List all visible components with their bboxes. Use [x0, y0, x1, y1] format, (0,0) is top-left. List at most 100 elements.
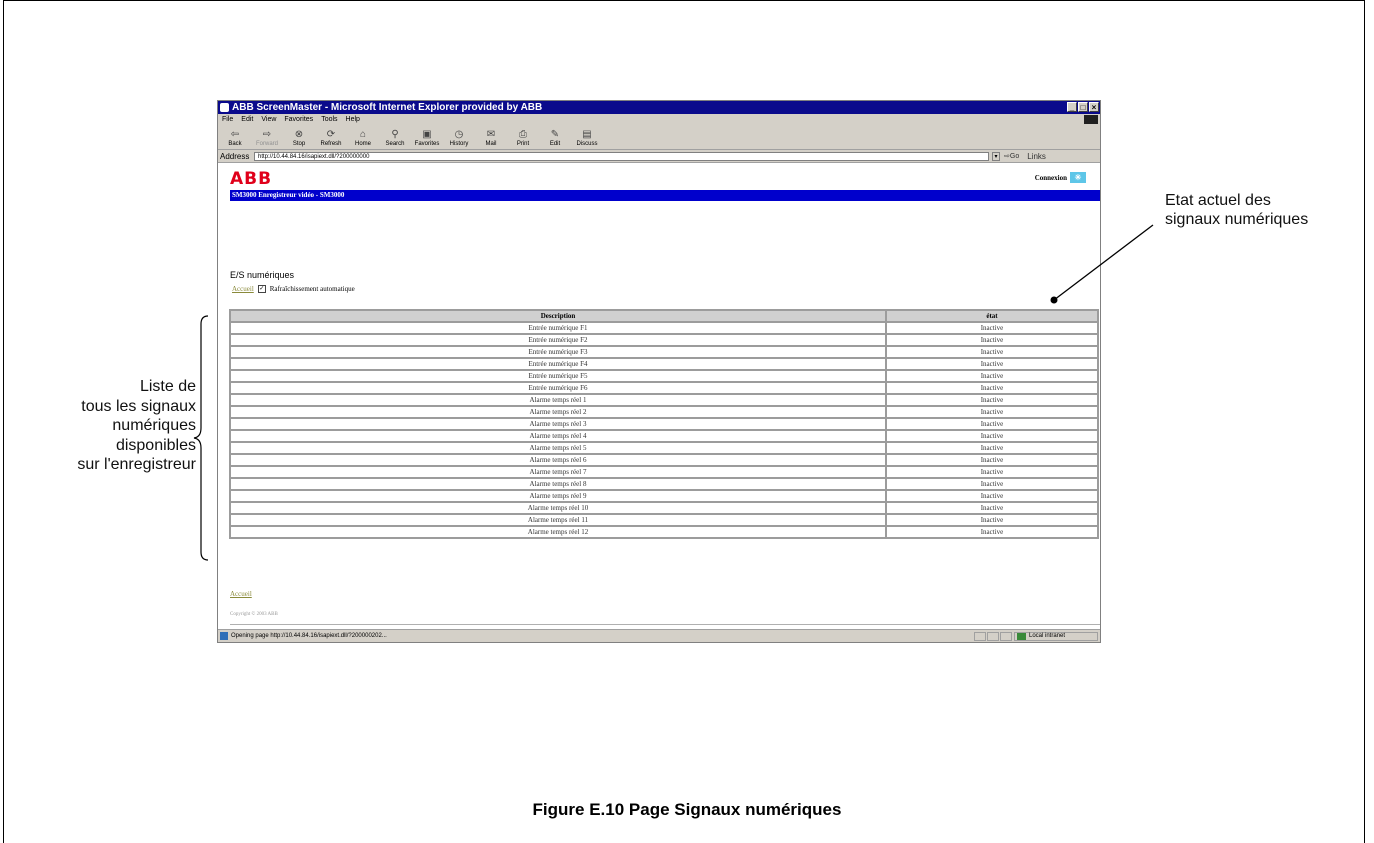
discuss-button[interactable]: ▤ Discuss: [574, 129, 600, 149]
cell-description: Alarme temps réel 5: [231, 443, 885, 453]
mail-button[interactable]: ✉ Mail: [478, 129, 504, 149]
status-bar: Opening page http://10.44.84.16/isapiext…: [218, 629, 1100, 642]
mail-icon: ✉: [486, 129, 496, 140]
copyright: Copyright © 2003 ABB: [230, 612, 278, 617]
cell-etat: Inactive: [887, 335, 1097, 345]
stop-icon: ⊗: [294, 129, 304, 140]
table-row: Entrée numérique F5 Inactive: [231, 371, 1097, 381]
address-input[interactable]: http://10.44.84.16/isapiext.dll/?2000000…: [254, 151, 989, 161]
cell-etat: Inactive: [887, 347, 1097, 357]
search-icon: ⚲: [391, 129, 399, 140]
cell-description: Entrée numérique F4: [231, 359, 885, 369]
cell-etat: Inactive: [887, 515, 1097, 525]
browser-window: ABB ScreenMaster - Microsoft Internet Ex…: [217, 100, 1101, 643]
cell-description: Alarme temps réel 10: [231, 503, 885, 513]
table-row: Entrée numérique F2 Inactive: [231, 335, 1097, 345]
footer-home-link[interactable]: Accueil: [230, 590, 252, 598]
cell-etat: Inactive: [887, 527, 1097, 537]
table-row: Alarme temps réel 4 Inactive: [231, 431, 1097, 441]
home-button[interactable]: ⌂ Home: [350, 129, 376, 149]
menu-help[interactable]: Help: [346, 114, 360, 125]
cell-description: Alarme temps réel 1: [231, 395, 885, 405]
cell-etat: Inactive: [887, 371, 1097, 381]
go-button[interactable]: ⇨Go: [1004, 152, 1019, 160]
cell-description: Alarme temps réel 2: [231, 407, 885, 417]
menu-bar: File Edit View Favorites Tools Help: [218, 114, 1100, 125]
connexion-link[interactable]: Connexion ✳: [1035, 172, 1086, 183]
history-button[interactable]: ◷ History: [446, 129, 472, 149]
discuss-icon: ▤: [582, 129, 592, 140]
table-row: Entrée numérique F6 Inactive: [231, 383, 1097, 393]
close-button[interactable]: ×: [1089, 102, 1099, 112]
window-title: ABB ScreenMaster - Microsoft Internet Ex…: [232, 102, 543, 113]
auto-refresh-label: Rafraîchissement automatique: [269, 285, 355, 293]
status-panels: [974, 631, 1012, 641]
title-bar: ABB ScreenMaster - Microsoft Internet Ex…: [218, 101, 1100, 114]
search-button[interactable]: ⚲ Search: [382, 129, 408, 149]
annotation-signal-list: Liste de tous les signaux numériques dis…: [77, 378, 196, 473]
menu-favorites[interactable]: Favorites: [284, 114, 313, 125]
minimize-button[interactable]: _: [1067, 102, 1077, 112]
header-description: Description: [231, 311, 885, 321]
edit-icon: ✎: [550, 129, 560, 140]
print-button[interactable]: ⎙ Print: [510, 129, 536, 149]
cell-etat: Inactive: [887, 503, 1097, 513]
table-row: Alarme temps réel 12 Inactive: [231, 527, 1097, 537]
menu-view[interactable]: View: [261, 114, 276, 125]
table-row: Alarme temps réel 1 Inactive: [231, 395, 1097, 405]
maximize-button[interactable]: □: [1078, 102, 1088, 112]
edit-button[interactable]: ✎ Edit: [542, 129, 568, 149]
figure-caption: Figure E.10 Page Signaux numériques: [532, 800, 842, 819]
cell-description: Alarme temps réel 11: [231, 515, 885, 525]
page-banner: SM3000 Enregistreur vidéo - SM3000: [230, 190, 1100, 201]
intranet-icon: [1017, 632, 1026, 640]
favorites-icon: ▣: [422, 129, 432, 140]
auto-refresh-checkbox[interactable]: ✓: [257, 285, 266, 293]
table-row: Alarme temps réel 10 Inactive: [231, 503, 1097, 513]
page-title: E/S numériques: [230, 270, 295, 280]
cell-description: Entrée numérique F3: [231, 347, 885, 357]
table-row: Alarme temps réel 2 Inactive: [231, 407, 1097, 417]
cell-description: Alarme temps réel 8: [231, 479, 885, 489]
window-controls: _ □ ×: [1067, 102, 1099, 112]
signals-table: Description état Entrée numérique F1 Inac…: [229, 309, 1099, 539]
cell-description: Alarme temps réel 3: [231, 419, 885, 429]
history-icon: ◷: [454, 129, 464, 140]
menu-edit[interactable]: Edit: [241, 114, 253, 125]
address-label: Address: [220, 151, 250, 161]
cell-etat: Inactive: [887, 443, 1097, 453]
favorites-button[interactable]: ▣ Favorites: [414, 129, 440, 149]
cell-etat: Inactive: [887, 407, 1097, 417]
home-link[interactable]: Accueil: [232, 285, 254, 293]
forward-arrow-icon: ⇨: [262, 129, 272, 140]
table-row: Entrée numérique F3 Inactive: [231, 347, 1097, 357]
ie-icon: [220, 103, 229, 112]
connexion-icon: ✳: [1070, 172, 1086, 183]
address-dropdown[interactable]: ▾: [992, 151, 1000, 161]
menu-file[interactable]: File: [222, 114, 233, 125]
page-content: ABB Connexion ✳ SM3000 Enregistreur vidé…: [218, 163, 1100, 628]
stop-button[interactable]: ⊗ Stop: [286, 129, 312, 149]
cell-etat: Inactive: [887, 395, 1097, 405]
forward-button[interactable]: ⇨ Forward: [254, 129, 280, 149]
cell-description: Alarme temps réel 4: [231, 431, 885, 441]
home-icon: ⌂: [359, 129, 367, 140]
toolbar: ⇦ Back ⇨ Forward ⊗ Stop ⟳ Refresh ⌂ Home ⚲ Sea…: [218, 125, 1100, 150]
cell-description: Entrée numérique F5: [231, 371, 885, 381]
links-button[interactable]: Links: [1027, 152, 1046, 161]
back-button[interactable]: ⇦ Back: [222, 129, 248, 149]
cell-description: Alarme temps réel 12: [231, 527, 885, 537]
cell-etat: Inactive: [887, 419, 1097, 429]
abb-logo: ABB: [230, 169, 273, 189]
table-row: Alarme temps réel 9 Inactive: [231, 491, 1097, 501]
cell-etat: Inactive: [887, 455, 1097, 465]
table-row: Alarme temps réel 11 Inactive: [231, 515, 1097, 525]
cell-etat: Inactive: [887, 359, 1097, 369]
cell-etat: Inactive: [887, 491, 1097, 501]
footer-divider: [230, 624, 1100, 625]
menu-tools[interactable]: Tools: [321, 114, 337, 125]
refresh-button[interactable]: ⟳ Refresh: [318, 129, 344, 149]
back-arrow-icon: ⇦: [230, 129, 240, 140]
nav-row: Accueil ✓ Rafraîchissement automatique: [232, 285, 355, 293]
cell-description: Alarme temps réel 6: [231, 455, 885, 465]
